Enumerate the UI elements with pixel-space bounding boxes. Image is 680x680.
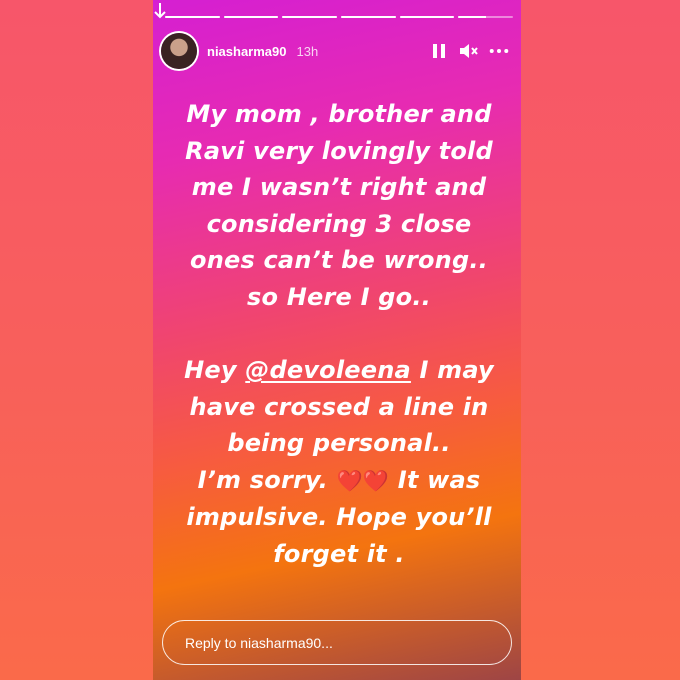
timestamp: 13h	[296, 43, 319, 59]
message-line: forget it .	[273, 539, 405, 568]
message-line: considering 3 close	[206, 209, 472, 238]
progress-segment	[341, 16, 396, 18]
reply-input[interactable]: Reply to niasharma90...	[162, 620, 512, 665]
reply-placeholder: Reply to niasharma90...	[185, 634, 333, 651]
progress-segment	[458, 16, 514, 18]
mute-icon[interactable]	[459, 41, 479, 61]
progress-segment	[223, 16, 279, 18]
mention-link[interactable]: @devoleena	[245, 356, 411, 384]
story-message: My mom , brother and Ravi very lovingly …	[171, 96, 507, 572]
message-text: Hey	[184, 356, 246, 384]
message-line: Hey @devoleena I may	[171, 352, 507, 389]
story-controls	[429, 41, 509, 61]
message-line: me I wasn’t right and	[191, 173, 487, 201]
story-header: niasharma90 13h	[161, 31, 509, 71]
message-text: It was	[389, 465, 481, 494]
pause-icon[interactable]	[429, 41, 449, 61]
message-text: I may	[410, 356, 494, 384]
message-line: Ravi very lovingly told	[185, 136, 493, 165]
username[interactable]: niasharma90	[207, 44, 287, 59]
avatar[interactable]	[161, 33, 197, 69]
message-line: My mom , brother and	[186, 100, 492, 128]
progress-segment	[165, 16, 220, 18]
progress-segment	[282, 16, 338, 18]
message-line: I’m sorry. ❤️❤️ It was	[171, 462, 507, 500]
message-line: ones can’t be wrong..	[190, 246, 488, 274]
message-line: so Here I go..	[247, 282, 431, 311]
message-line: have crossed a line in	[189, 392, 489, 421]
message-line: being personal..	[227, 429, 451, 457]
message-line: impulsive. Hope you’ll	[186, 503, 492, 531]
heart-emoji: ❤️❤️	[336, 468, 390, 493]
story-viewer[interactable]: niasharma90 13h My mom , brother and Rav…	[153, 0, 521, 680]
progress-segment	[399, 16, 455, 18]
more-icon[interactable]	[489, 41, 509, 61]
story-progress-bar	[165, 16, 514, 19]
message-text: I’m sorry.	[197, 465, 337, 494]
